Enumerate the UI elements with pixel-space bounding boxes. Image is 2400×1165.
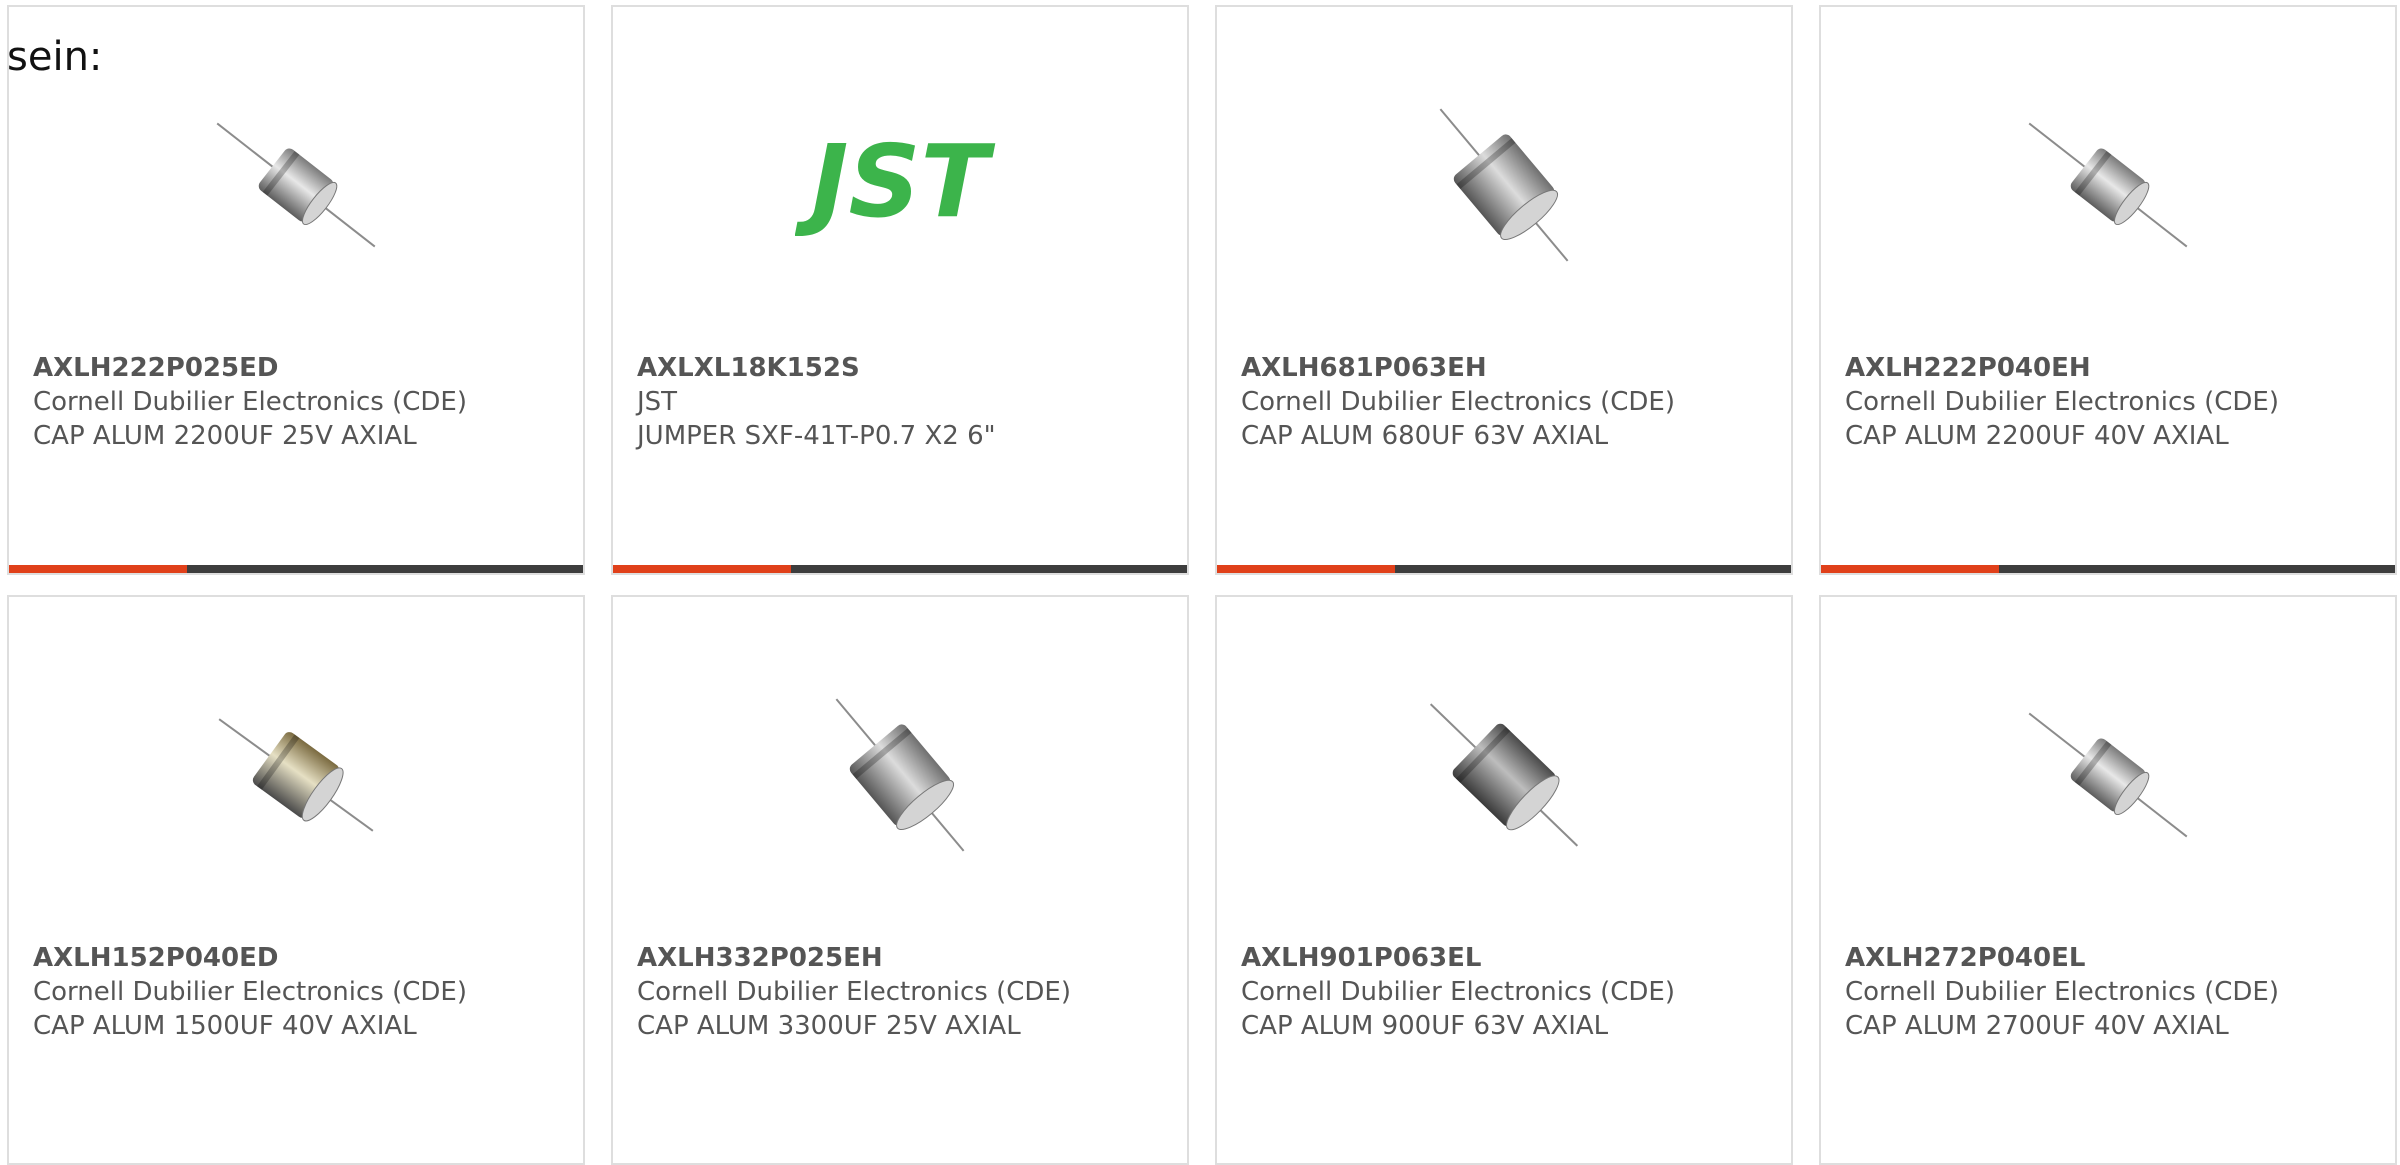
manufacturer-name: JST xyxy=(637,387,678,417)
manufacturer-name: Cornell Dubilier Electronics (CDE) xyxy=(33,977,467,1007)
part-number-link[interactable]: AXLH222P025ED xyxy=(33,351,573,385)
manufacturer-name: Cornell Dubilier Electronics (CDE) xyxy=(1241,977,1675,1007)
product-image[interactable] xyxy=(9,667,583,882)
product-image[interactable]: JST xyxy=(613,77,1187,292)
product-card[interactable]: JST AXLXL18K152S JST JUMPER SXF-41T-P0.7… xyxy=(611,5,1189,575)
product-card[interactable]: AXLH222P025ED Cornell Dubilier Electroni… xyxy=(7,5,585,575)
manufacturer-name: Cornell Dubilier Electronics (CDE) xyxy=(33,387,467,417)
part-number-link[interactable]: AXLH222P040EH xyxy=(1845,351,2385,385)
manufacturer-name: Cornell Dubilier Electronics (CDE) xyxy=(1241,387,1675,417)
capacitor-photo xyxy=(835,698,965,851)
product-image[interactable] xyxy=(1217,77,1791,292)
product-image[interactable] xyxy=(1217,667,1791,882)
part-number-link[interactable]: AXLH901P063EL xyxy=(1241,941,1781,975)
capacitor-photo xyxy=(218,717,374,832)
logo-text: JST xyxy=(795,123,996,240)
card-footer-bar xyxy=(613,565,1187,573)
product-image[interactable] xyxy=(1821,77,2395,292)
product-card[interactable]: AXLH332P025EH Cornell Dubilier Electroni… xyxy=(611,595,1189,1165)
manufacturer-name: Cornell Dubilier Electronics (CDE) xyxy=(637,977,1071,1007)
part-number-link[interactable]: AXLH152P040ED xyxy=(33,941,573,975)
part-number-link[interactable]: AXLH332P025EH xyxy=(637,941,1177,975)
lead-text: sein: xyxy=(7,34,103,80)
product-description: CAP ALUM 900UF 63V AXIAL xyxy=(1241,1011,1609,1041)
manufacturer-name: Cornell Dubilier Electronics (CDE) xyxy=(1845,977,2279,1007)
product-description: CAP ALUM 680UF 63V AXIAL xyxy=(1241,421,1609,451)
product-image[interactable] xyxy=(613,667,1187,882)
product-description: CAP ALUM 2200UF 40V AXIAL xyxy=(1845,421,2229,451)
capacitor-photo xyxy=(2028,122,2188,247)
manufacturer-name: Cornell Dubilier Electronics (CDE) xyxy=(1845,387,2279,417)
product-description: CAP ALUM 2200UF 25V AXIAL xyxy=(33,421,417,451)
part-number-link[interactable]: AXLH681P063EH xyxy=(1241,351,1781,385)
product-description: CAP ALUM 3300UF 25V AXIAL xyxy=(637,1011,1021,1041)
product-description: CAP ALUM 2700UF 40V AXIAL xyxy=(1845,1011,2229,1041)
product-card[interactable]: AXLH681P063EH Cornell Dubilier Electroni… xyxy=(1215,5,1793,575)
jst-logo: JST xyxy=(795,123,996,240)
product-card[interactable]: AXLH222P040EH Cornell Dubilier Electroni… xyxy=(1819,5,2397,575)
card-accent-bar xyxy=(9,565,187,573)
product-card[interactable]: AXLH152P040ED Cornell Dubilier Electroni… xyxy=(7,595,585,1165)
card-accent-bar xyxy=(1217,565,1395,573)
part-number-link[interactable]: AXLH272P040EL xyxy=(1845,941,2385,975)
capacitor-photo xyxy=(216,122,376,247)
product-card[interactable]: AXLH901P063EL Cornell Dubilier Electroni… xyxy=(1215,595,1793,1165)
card-footer-bar xyxy=(1217,565,1791,573)
capacitor-photo xyxy=(1429,702,1579,847)
card-footer-bar xyxy=(9,565,583,573)
card-accent-bar xyxy=(613,565,791,573)
product-image[interactable] xyxy=(1821,667,2395,882)
product-image[interactable] xyxy=(9,77,583,292)
card-accent-bar xyxy=(1821,565,1999,573)
part-number-link[interactable]: AXLXL18K152S xyxy=(637,351,1177,385)
capacitor-photo xyxy=(2028,712,2188,837)
capacitor-photo xyxy=(1439,108,1569,261)
product-card[interactable]: AXLH272P040EL Cornell Dubilier Electroni… xyxy=(1819,595,2397,1165)
product-description: CAP ALUM 1500UF 40V AXIAL xyxy=(33,1011,417,1041)
card-footer-bar xyxy=(1821,565,2395,573)
product-description: JUMPER SXF-41T-P0.7 X2 6" xyxy=(637,421,996,451)
